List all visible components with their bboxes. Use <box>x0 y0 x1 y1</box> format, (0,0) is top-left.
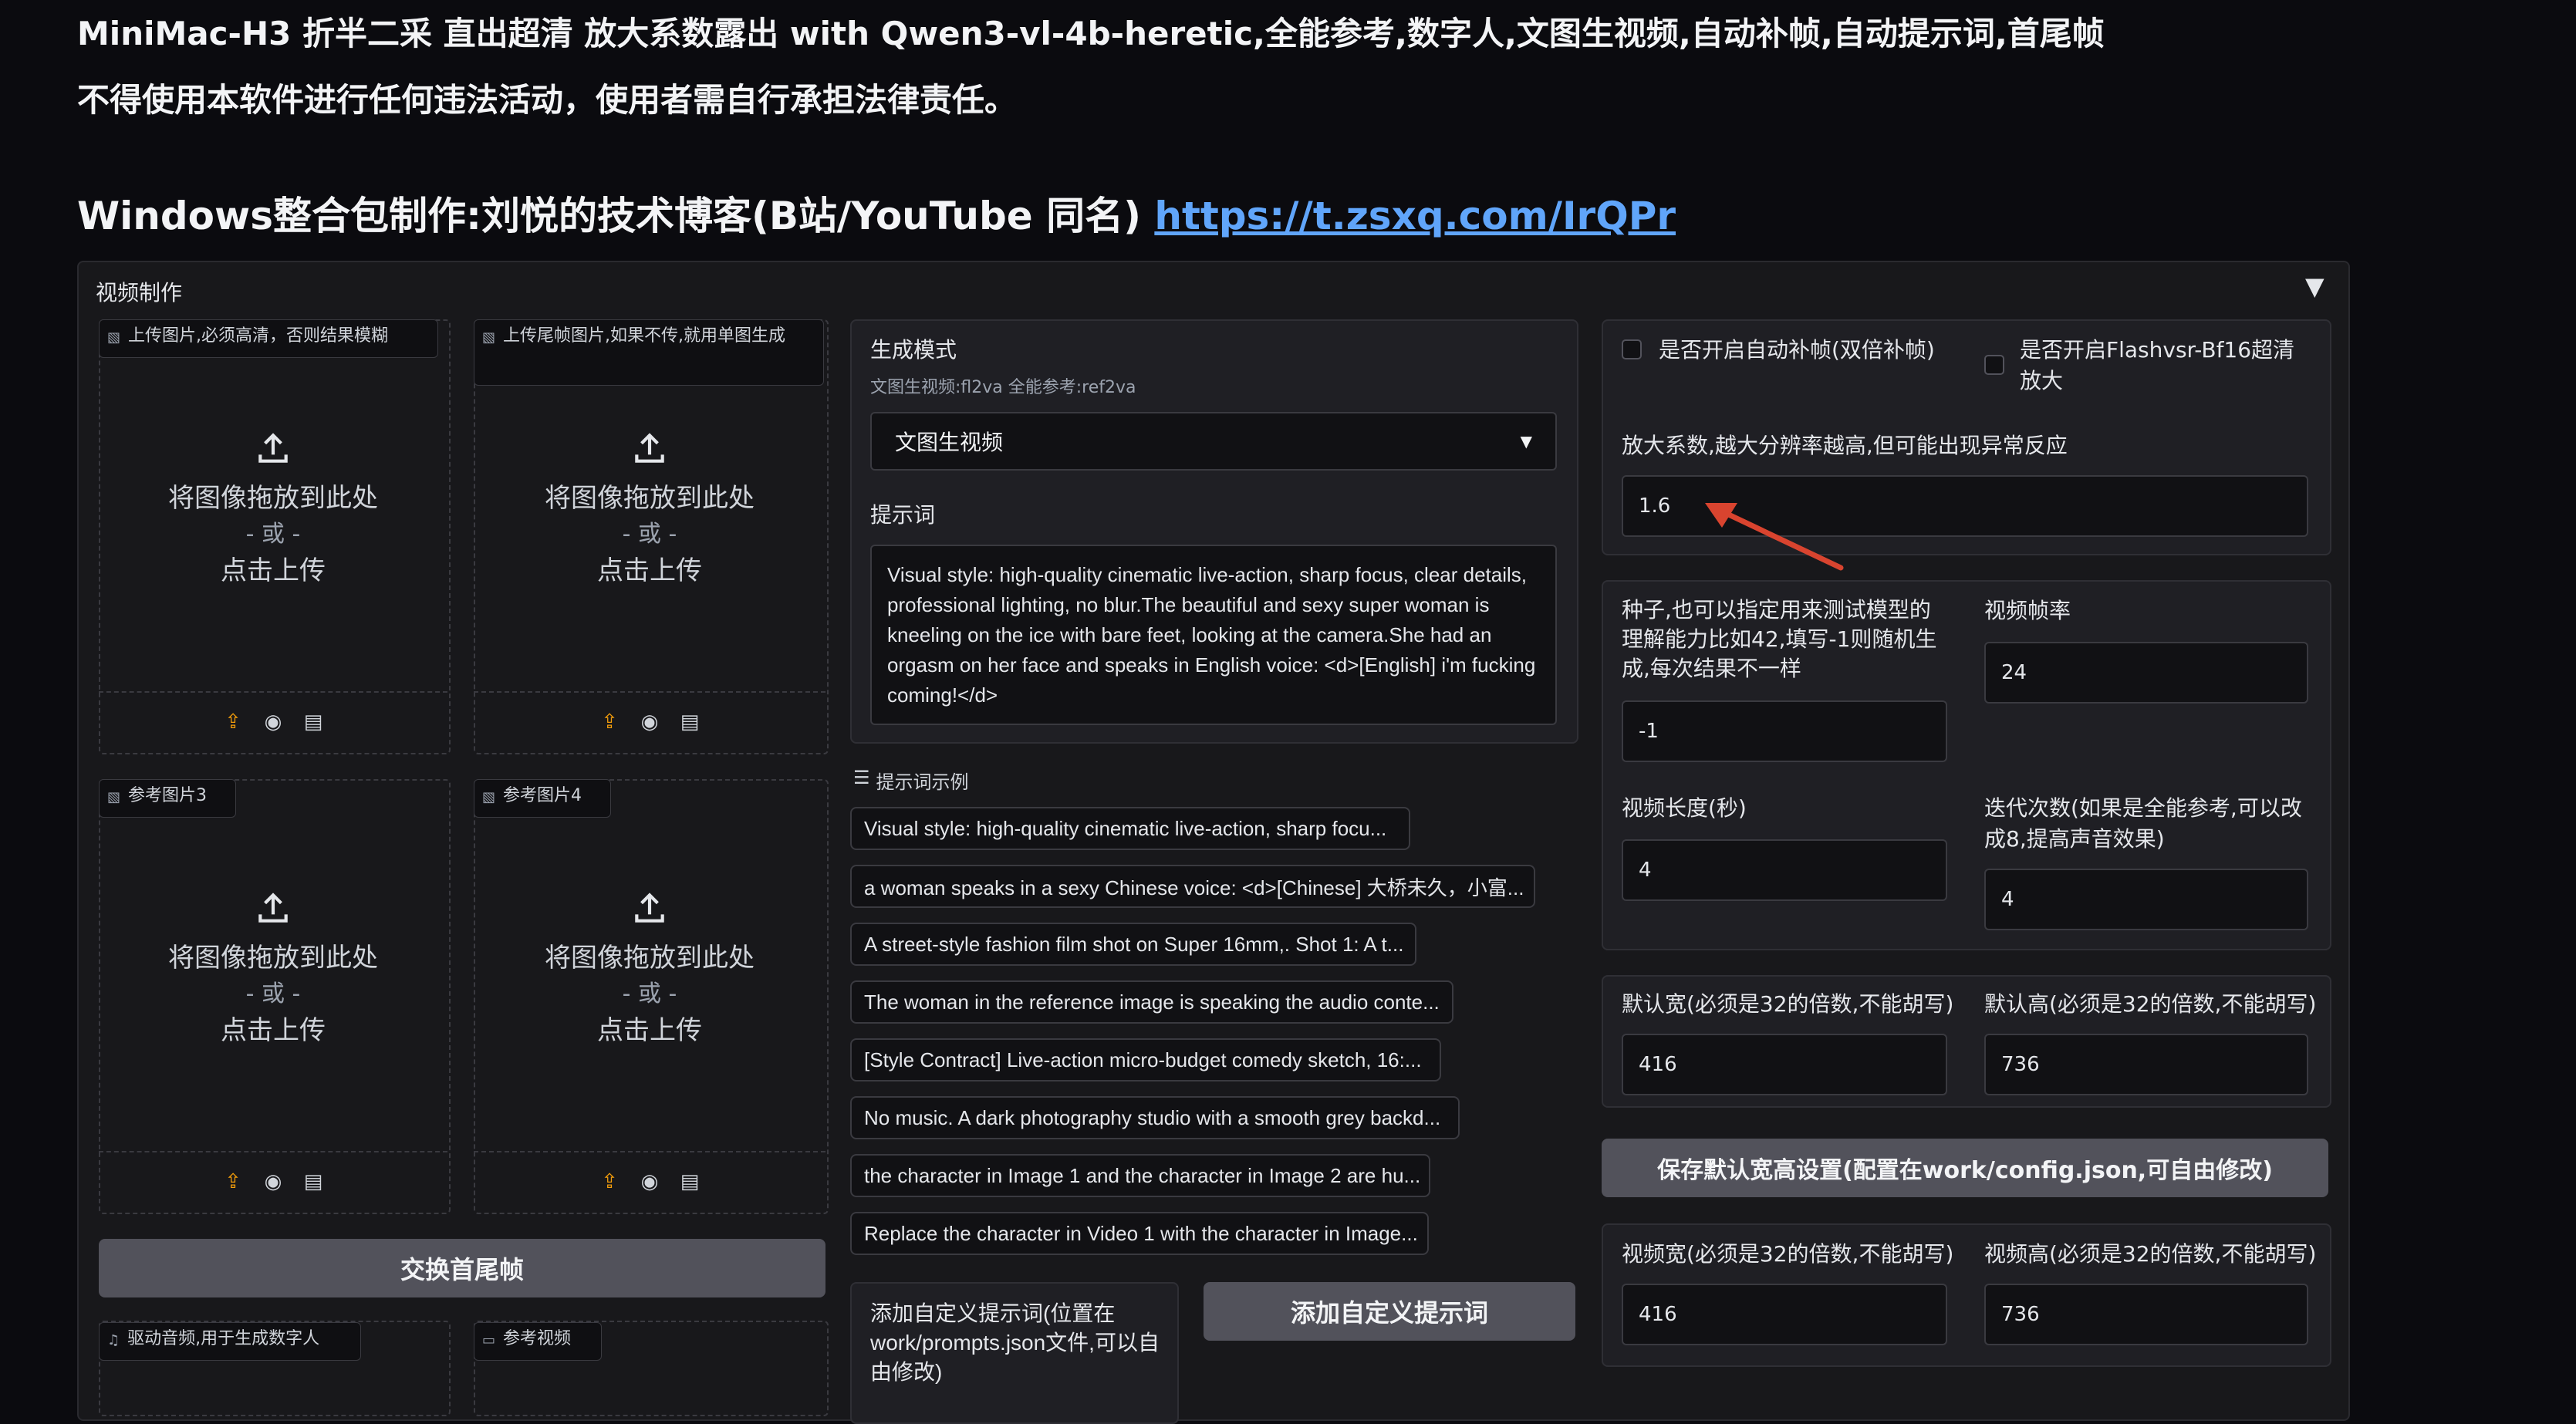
music-icon: ♫ <box>107 1332 120 1348</box>
or-text: - 或 - <box>245 980 301 1007</box>
reference-image-4-dropzone[interactable]: 将图像拖放到此处 - 或 - 点击上传 <box>474 889 825 1049</box>
flashvsr-label[interactable]: 是否开启Flashvsr-Bf16超清放大 <box>2020 335 2313 396</box>
or-text: - 或 - <box>245 521 301 548</box>
webcam-icon[interactable]: ◉ <box>639 710 660 734</box>
video-width-input[interactable]: 416 <box>1622 1284 1947 1345</box>
fps-label: 视频帧率 <box>1984 598 2071 623</box>
list-icon: ☰ <box>853 767 870 788</box>
upload-icon <box>635 893 664 923</box>
last-frame-label: ▧ 上传尾帧图片,如果不传,就用单图生成 <box>474 319 824 386</box>
driving-audio-label: ♫ 驱动音频,用于生成数字人 <box>99 1322 361 1361</box>
image-icon: ▧ <box>107 789 121 805</box>
example-prompt[interactable]: No music. A dark photography studio with… <box>850 1096 1460 1139</box>
mode-select[interactable]: 文图生视频 ▼ <box>870 412 1557 471</box>
webcam-icon[interactable]: ◉ <box>262 1170 284 1193</box>
upload-file-icon[interactable]: ⇪ <box>599 1170 620 1193</box>
default-width-label: 默认宽(必须是32的倍数,不能胡写) <box>1622 991 1954 1017</box>
video-icon: ▭ <box>482 1332 496 1348</box>
last-frame-toolbar: ⇪ ◉ ▤ <box>474 691 825 751</box>
webcam-icon[interactable]: ◉ <box>639 1170 660 1193</box>
accordion-toggle-icon[interactable]: ▼ <box>2305 272 2324 301</box>
save-default-size-button[interactable]: 保存默认宽高设置(配置在work/config.json,可自由修改) <box>1602 1139 2328 1197</box>
reference-image-4-label: ▧ 参考图片4 <box>474 779 611 818</box>
image-icon: ▧ <box>482 329 496 346</box>
chevron-down-icon: ▼ <box>1520 432 1532 450</box>
reference-image-3-toolbar: ⇪ ◉ ▤ <box>99 1151 447 1211</box>
example-prompt[interactable]: [Style Contract] Live-action micro-budge… <box>850 1038 1441 1081</box>
default-width-input[interactable]: 416 <box>1622 1034 1947 1095</box>
mode-label: 生成模式 <box>870 337 957 363</box>
clipboard-icon[interactable]: ▤ <box>302 1170 324 1193</box>
first-frame-toolbar: ⇪ ◉ ▤ <box>99 691 447 751</box>
reference-video-label: ▭ 参考视频 <box>474 1322 602 1361</box>
legal-warning: 不得使用本软件进行任何违法活动，使用者需自行承担法律责任。 <box>77 81 1018 119</box>
annotation-arrow <box>1705 503 1844 571</box>
mode-hint: 文图生视频:fl2va 全能参考:ref2va <box>870 378 1136 397</box>
example-prompt[interactable]: a woman speaks in a sexy Chinese voice: … <box>850 865 1535 908</box>
video-height-input[interactable]: 736 <box>1984 1284 2308 1345</box>
reference-image-4-toolbar: ⇪ ◉ ▤ <box>474 1151 825 1211</box>
prompt-label: 提示词 <box>870 502 936 528</box>
auto-interp-label[interactable]: 是否开启自动补帧(双倍补帧) <box>1659 335 1935 366</box>
or-text: - 或 - <box>622 980 677 1007</box>
clipboard-icon[interactable]: ▤ <box>679 1170 701 1193</box>
seed-label: 种子,也可以指定用来测试模型的理解能力比如42,填写-1则随机生成,每次结果不一… <box>1622 597 1937 681</box>
upload-icon <box>258 893 288 923</box>
or-text: - 或 - <box>622 521 677 548</box>
prompt-examples-header: ☰ 提示词示例 <box>853 767 969 793</box>
app-title: MiniMac-H3 折半二采 直出超清 放大系数露出 with Qwen3-v… <box>77 15 2105 52</box>
clipboard-icon[interactable]: ▤ <box>302 710 324 734</box>
first-frame-label: ▧ 上传图片,必须高清，否则结果模糊 <box>99 319 438 358</box>
prompt-textarea[interactable]: Visual style: high-quality cinematic liv… <box>870 545 1557 725</box>
custom-prompt-label: 添加自定义提示词(位置在work/prompts.json文件,可以自由修改) <box>870 1301 1160 1384</box>
upload-icon <box>635 433 664 463</box>
upload-file-icon[interactable]: ⇪ <box>222 1170 244 1193</box>
click-upload-text: 点击上传 <box>597 555 702 586</box>
iterations-input[interactable]: 4 <box>1984 869 2308 930</box>
drop-text: 将图像拖放到此处 <box>545 483 755 514</box>
iterations-label: 迭代次数(如果是全能参考,可以改成8,提高声音效果) <box>1984 795 2302 852</box>
author-line: Windows整合包制作:刘悦的技术博客(B站/YouTube 同名) http… <box>77 185 1676 241</box>
drop-text: 将图像拖放到此处 <box>168 483 378 514</box>
scale-label: 放大系数,越大分辨率越高,但可能出现异常反应 <box>1622 433 2068 458</box>
drop-text: 将图像拖放到此处 <box>168 943 378 974</box>
last-frame-dropzone[interactable]: 将图像拖放到此处 - 或 - 点击上传 <box>474 429 825 589</box>
first-frame-dropzone[interactable]: 将图像拖放到此处 - 或 - 点击上传 <box>99 429 447 589</box>
swap-frames-button[interactable]: 交换首尾帧 <box>99 1239 825 1297</box>
example-prompt[interactable]: A street-style fashion film shot on Supe… <box>850 923 1416 966</box>
accordion-title[interactable]: 视频制作 <box>96 276 182 307</box>
upload-file-icon[interactable]: ⇪ <box>222 710 244 734</box>
upload-icon <box>258 433 288 463</box>
author-text: Windows整合包制作:刘悦的技术博客(B站/YouTube 同名) <box>77 194 1155 238</box>
mode-select-value: 文图生视频 <box>895 430 1004 455</box>
example-prompt[interactable]: the character in Image 1 and the charact… <box>850 1154 1430 1197</box>
click-upload-text: 点击上传 <box>597 1015 702 1046</box>
image-icon: ▧ <box>107 329 121 346</box>
duration-input[interactable]: 4 <box>1622 839 1947 901</box>
example-prompt[interactable]: The woman in the reference image is spea… <box>850 980 1453 1024</box>
default-height-label: 默认高(必须是32的倍数,不能胡写) <box>1984 991 2317 1017</box>
default-height-input[interactable]: 736 <box>1984 1034 2308 1095</box>
example-prompt[interactable]: Replace the character in Video 1 with th… <box>850 1212 1429 1255</box>
duration-label: 视频长度(秒) <box>1622 795 1747 821</box>
author-link[interactable]: https://t.zsxq.com/IrQPr <box>1154 194 1676 238</box>
example-prompt[interactable]: Visual style: high-quality cinematic liv… <box>850 807 1410 850</box>
flashvsr-checkbox[interactable] <box>1984 355 2004 375</box>
webcam-icon[interactable]: ◉ <box>262 710 284 734</box>
video-height-label: 视频高(必须是32的倍数,不能胡写) <box>1984 1241 2317 1267</box>
fps-input[interactable]: 24 <box>1984 642 2308 704</box>
clipboard-icon[interactable]: ▤ <box>679 710 701 734</box>
reference-image-3-dropzone[interactable]: 将图像拖放到此处 - 或 - 点击上传 <box>99 889 447 1049</box>
click-upload-text: 点击上传 <box>221 555 326 586</box>
seed-input[interactable]: -1 <box>1622 700 1947 762</box>
add-custom-prompt-button[interactable]: 添加自定义提示词 <box>1204 1282 1575 1341</box>
auto-interp-checkbox[interactable] <box>1622 339 1642 359</box>
reference-image-3-label: ▧ 参考图片3 <box>99 779 236 818</box>
click-upload-text: 点击上传 <box>221 1015 326 1046</box>
video-width-label: 视频宽(必须是32的倍数,不能胡写) <box>1622 1241 1954 1267</box>
upload-file-icon[interactable]: ⇪ <box>599 710 620 734</box>
image-icon: ▧ <box>482 789 496 805</box>
drop-text: 将图像拖放到此处 <box>545 943 755 974</box>
